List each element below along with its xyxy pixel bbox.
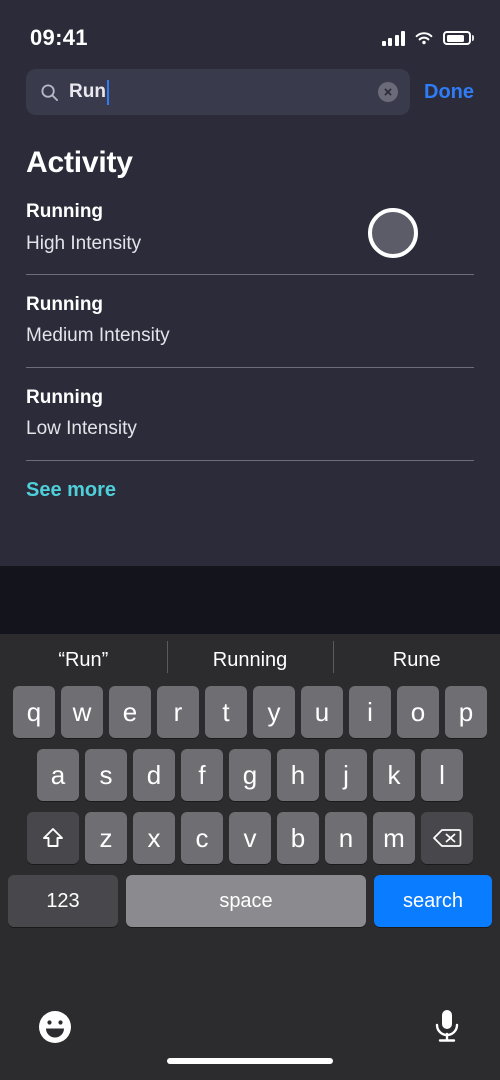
search-input[interactable]: Run (26, 69, 410, 115)
text-cursor (106, 79, 110, 105)
key-s[interactable]: s (85, 749, 127, 801)
key-w[interactable]: w (61, 686, 103, 738)
space-key[interactable]: space (126, 875, 366, 927)
key-k[interactable]: k (373, 749, 415, 801)
key-t[interactable]: t (205, 686, 247, 738)
key-n[interactable]: n (325, 812, 367, 864)
key-d[interactable]: d (133, 749, 175, 801)
on-screen-keyboard: “Run” Running Rune q w e r t y u i o p a… (0, 634, 500, 999)
list-item-subtitle: Low Intensity (26, 418, 137, 440)
key-g[interactable]: g (229, 749, 271, 801)
dictation-button[interactable] (430, 1005, 464, 1052)
key-b[interactable]: b (277, 812, 319, 864)
key-q[interactable]: q (13, 686, 55, 738)
shift-key[interactable] (27, 812, 79, 864)
microphone-icon (435, 1010, 459, 1042)
keyboard-bottom-bar (0, 999, 500, 1080)
prediction-candidate[interactable]: Rune (333, 640, 500, 673)
see-more-link[interactable]: See more (26, 477, 474, 502)
key-m[interactable]: m (373, 812, 415, 864)
key-h[interactable]: h (277, 749, 319, 801)
prediction-candidate[interactable]: “Run” (0, 649, 167, 672)
cellular-signal-icon (381, 30, 405, 46)
search-icon (41, 83, 59, 101)
selection-circle-indicator[interactable] (368, 208, 418, 258)
phone-screen: 09:41 Run Done Activity Running High Int… (0, 0, 500, 1080)
key-i[interactable]: i (349, 686, 391, 738)
clear-circle-icon (384, 88, 392, 96)
key-j[interactable]: j (325, 749, 367, 801)
wifi-icon (415, 31, 433, 44)
key-v[interactable]: v (229, 812, 271, 864)
shift-arrow-icon (43, 828, 63, 847)
list-divider (26, 459, 474, 461)
search-return-key[interactable]: search (374, 875, 492, 927)
key-r[interactable]: r (157, 686, 199, 738)
key-z[interactable]: z (85, 812, 127, 864)
list-item-title: Running (26, 293, 104, 315)
emoji-button[interactable] (35, 1007, 75, 1052)
backspace-icon (433, 829, 462, 847)
status-bar-icons (381, 30, 474, 46)
list-divider (26, 273, 474, 275)
key-c[interactable]: c (181, 812, 223, 864)
key-a[interactable]: a (37, 749, 79, 801)
content-keyboard-gap (0, 566, 500, 634)
home-indicator (167, 1058, 333, 1064)
list-item-title: Running (26, 386, 104, 408)
list-divider (26, 366, 474, 368)
numbers-key[interactable]: 123 (8, 875, 118, 927)
key-e[interactable]: e (109, 686, 151, 738)
key-x[interactable]: x (133, 812, 175, 864)
key-o[interactable]: o (397, 686, 439, 738)
keyboard-row-3: z x c v b n m (0, 812, 500, 864)
status-bar: 09:41 (0, 0, 500, 62)
backspace-key[interactable] (421, 812, 473, 864)
emoji-smiley-icon (39, 1011, 71, 1043)
list-item[interactable]: Running Low Intensity (26, 384, 474, 460)
search-bar: Run Done (0, 62, 500, 122)
status-bar-time: 09:41 (30, 25, 88, 50)
clear-search-button[interactable] (378, 82, 398, 102)
keyboard-row-1: q w e r t y u i o p (0, 686, 500, 738)
key-l[interactable]: l (421, 749, 463, 801)
key-y[interactable]: y (253, 686, 295, 738)
key-f[interactable]: f (181, 749, 223, 801)
keyboard-row-2: a s d f g h j k l (0, 749, 500, 801)
predictive-text-bar: “Run” Running Rune (0, 634, 500, 686)
page-title: Activity (26, 146, 133, 179)
search-input-value: Run (69, 81, 106, 102)
key-u[interactable]: u (301, 686, 343, 738)
list-item[interactable]: Running Medium Intensity (26, 291, 474, 367)
prediction-candidate[interactable]: Running (166, 640, 334, 673)
key-p[interactable]: p (445, 686, 487, 738)
list-item-subtitle: Medium Intensity (26, 325, 170, 347)
list-item[interactable]: Running High Intensity (26, 198, 474, 274)
done-button[interactable]: Done (424, 81, 474, 104)
keyboard-row-4: 123 space search (0, 875, 500, 927)
battery-icon (443, 31, 474, 45)
results-panel: Activity Running High Intensity Running … (0, 146, 500, 502)
